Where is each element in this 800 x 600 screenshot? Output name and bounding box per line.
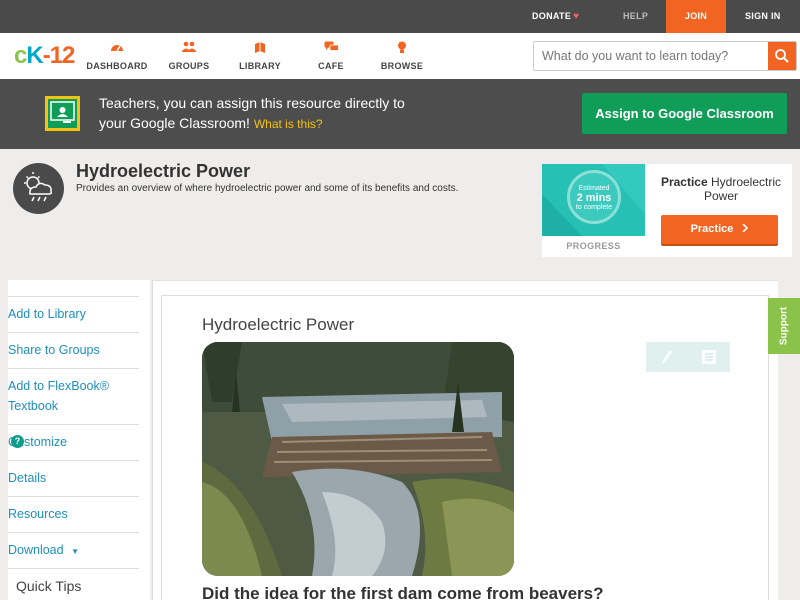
support-tab[interactable]: Support (768, 298, 800, 354)
heart-icon: ♥ (573, 11, 580, 22)
search-input[interactable] (534, 42, 768, 70)
nav-dashboard[interactable]: DASHBOARD (82, 41, 152, 71)
notes-icon[interactable] (702, 350, 716, 369)
sidebar-item-customize[interactable]: Customize? (8, 424, 139, 460)
sidebar-divider (8, 568, 139, 569)
search-button[interactable] (768, 42, 796, 70)
progress-panel: Estimated 2 mins to complete (542, 164, 645, 236)
search-icon (775, 49, 789, 63)
classroom-message-line2: your Google Classroom! (99, 115, 250, 131)
classroom-message: Teachers, you can assign this resource d… (99, 93, 479, 134)
content-heading: Hydroelectric Power (202, 315, 355, 334)
nav-library[interactable]: LIBRARY (225, 41, 295, 71)
progress-label: PROGRESS (566, 241, 621, 251)
dashboard-icon (82, 41, 152, 56)
donate-link[interactable]: DONATE ♥ (532, 0, 579, 33)
ck12-logo[interactable]: cK-12 (14, 44, 75, 68)
sidebar-item-details[interactable]: Details (8, 460, 139, 496)
sidebar-item-share-to-groups[interactable]: Share to Groups (8, 332, 139, 368)
sidebar-item-add-to-flexbook[interactable]: Add to FlexBook® Textbook (8, 368, 139, 424)
content-tools (646, 342, 730, 372)
caret-down-icon: ▼ (71, 547, 79, 556)
beaver-dam-photo (202, 342, 514, 576)
library-icon (225, 41, 295, 56)
practice-button[interactable]: Practice (661, 215, 778, 244)
google-classroom-icon (45, 96, 80, 131)
join-button[interactable]: JOIN (666, 0, 726, 33)
top-bar: DONATE ♥ HELP JOIN SIGN IN (0, 0, 800, 33)
what-is-this-link[interactable]: What is this? (254, 117, 323, 131)
cafe-icon (296, 41, 366, 56)
chevron-right-icon (742, 215, 749, 244)
help-icon[interactable]: ? (11, 435, 24, 448)
content-question: Did the idea for the first dam come from… (202, 584, 604, 600)
nav-groups[interactable]: GROUPS (154, 41, 224, 71)
sidebar-item-add-to-library[interactable]: Add to Library (8, 296, 139, 332)
groups-icon (154, 41, 224, 56)
nav-cafe[interactable]: CAFE (296, 41, 366, 71)
assign-to-google-classroom-button[interactable]: Assign to Google Classroom (582, 93, 787, 134)
sidebar-item-download[interactable]: Download ▼ (8, 532, 139, 568)
google-classroom-banner: Teachers, you can assign this resource d… (0, 79, 800, 149)
nav-browse[interactable]: BROWSE (367, 41, 437, 71)
browse-icon (367, 41, 437, 56)
sidebar-item-resources[interactable]: Resources (8, 496, 139, 532)
page-description: Provides an overview of where hydroelect… (76, 183, 459, 194)
donate-label: DONATE (532, 11, 572, 21)
page-title: Hydroelectric Power (76, 161, 251, 181)
classroom-message-line1: Teachers, you can assign this resource d… (99, 95, 405, 111)
sign-in-link[interactable]: SIGN IN (745, 0, 781, 33)
main-header: cK-12 DASHBOARD GROUPS LIBRARY CAFE BROW… (0, 33, 800, 79)
practice-card: Estimated 2 mins to complete PROGRESS Pr… (542, 164, 792, 257)
pencil-icon[interactable] (661, 349, 673, 370)
weather-cloud-icon (13, 163, 64, 214)
estimated-time-badge: Estimated 2 mins to complete (567, 170, 621, 224)
quick-tips-heading: Quick Tips (16, 578, 82, 594)
practice-title: Practice Hydroelectric Power (660, 175, 782, 203)
search-box (533, 41, 797, 71)
help-link[interactable]: HELP (623, 0, 648, 33)
